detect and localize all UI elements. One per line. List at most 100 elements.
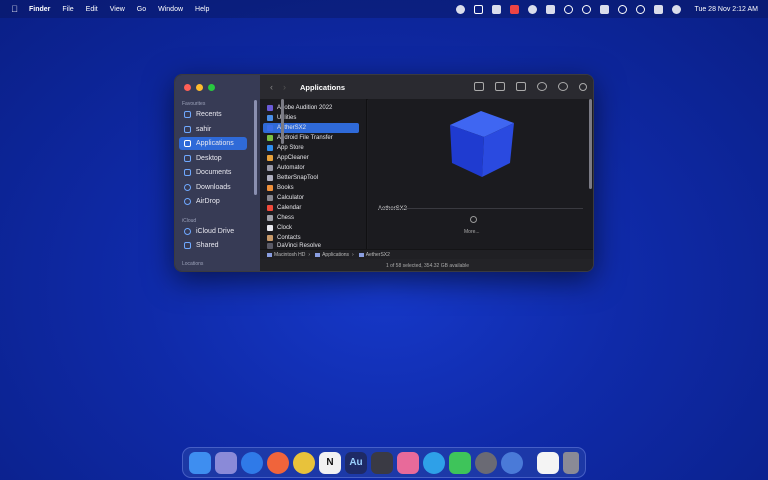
- davinci-resolve-icon[interactable]: [371, 451, 393, 474]
- tag-icon[interactable]: [537, 82, 547, 91]
- sidebar-section-icloud: iCloud: [182, 218, 197, 224]
- file-column-scrollbar[interactable]: [281, 99, 284, 144]
- search-icon[interactable]: [579, 82, 587, 91]
- disk-utility-icon[interactable]: [475, 451, 497, 474]
- timer-status-icon[interactable]: [564, 4, 574, 14]
- zoom-window-button[interactable]: [208, 84, 215, 91]
- app-icon: [267, 235, 273, 241]
- siri-icon[interactable]: [672, 4, 682, 14]
- sidebar-item-downloads[interactable]: Downloads: [179, 181, 247, 194]
- file-row[interactable]: Calendar: [263, 203, 359, 213]
- status-bar: 1 of 58 selected, 354.32 GB available: [260, 259, 593, 271]
- menu-file[interactable]: File: [62, 6, 73, 13]
- finder-icon[interactable]: [189, 451, 211, 474]
- safari-icon[interactable]: [241, 451, 263, 474]
- path-bar: Macintosh HD › Applications › AetherSX2: [260, 249, 593, 259]
- box-status-icon[interactable]: [474, 4, 484, 14]
- path-item[interactable]: Applications: [322, 252, 349, 258]
- menu-window[interactable]: Window: [158, 6, 183, 13]
- battery-icon[interactable]: [600, 4, 610, 14]
- app-status-icon[interactable]: [492, 4, 502, 14]
- menu-help[interactable]: Help: [195, 6, 209, 13]
- group-grid-icon[interactable]: [495, 82, 505, 91]
- toolbar-actions: [474, 82, 587, 91]
- chrome-icon[interactable]: [293, 451, 315, 474]
- photos-icon[interactable]: [397, 451, 419, 474]
- file-row[interactable]: Adobe Audition 2022: [263, 103, 359, 113]
- window-title: Applications: [300, 82, 346, 92]
- home-icon: [184, 126, 191, 133]
- spotlight-icon[interactable]: [636, 4, 646, 14]
- back-button[interactable]: ‹: [270, 82, 273, 92]
- preview-scrollbar[interactable]: [589, 99, 592, 189]
- menu-view[interactable]: View: [110, 6, 125, 13]
- sidebar-item-applications[interactable]: Applications: [179, 137, 247, 150]
- sidebar-item-shared[interactable]: Shared: [179, 239, 247, 252]
- notion-icon[interactable]: N: [319, 451, 341, 474]
- preview-more-button[interactable]: More...: [464, 229, 480, 235]
- menu-clock[interactable]: Tue 28 Nov 2:12 AM: [694, 6, 758, 13]
- trash-icon[interactable]: [563, 451, 579, 474]
- preview-divider: [378, 208, 583, 209]
- firefox-icon[interactable]: [267, 451, 289, 474]
- folder-icon: [315, 252, 321, 257]
- file-row[interactable]: Calculator: [263, 193, 359, 203]
- share-icon[interactable]: [516, 82, 526, 91]
- more-actions-icon[interactable]: [558, 82, 568, 91]
- file-row[interactable]: Android File Transfer: [263, 133, 359, 143]
- finder-sidebar: Favourites Recents sahir Applications De…: [175, 75, 260, 271]
- menu-edit[interactable]: Edit: [86, 6, 98, 13]
- file-row[interactable]: Books: [263, 183, 359, 193]
- document-icon[interactable]: [537, 451, 559, 474]
- alert-status-icon[interactable]: [510, 4, 520, 14]
- sync-status-icon[interactable]: [528, 4, 538, 14]
- path-item[interactable]: Macintosh HD: [274, 252, 305, 258]
- sidebar-item-home[interactable]: sahir: [179, 123, 247, 136]
- file-row-selected[interactable]: AetherSX2: [263, 123, 359, 133]
- folder-icon: [267, 115, 273, 121]
- sidebar-item-icloud-drive[interactable]: iCloud Drive: [179, 225, 247, 238]
- file-row[interactable]: Chess: [263, 213, 359, 223]
- sidebar-item-documents[interactable]: Documents: [179, 166, 247, 179]
- status-menus: Tue 28 Nov 2:12 AM: [456, 4, 758, 14]
- menu-go[interactable]: Go: [137, 6, 146, 13]
- clock-icon: [184, 111, 191, 118]
- app-icon: [267, 215, 273, 221]
- view-columns-icon[interactable]: [474, 82, 484, 91]
- minimize-window-button[interactable]: [196, 84, 203, 91]
- record-status-icon[interactable]: [456, 4, 466, 14]
- launchpad-icon[interactable]: [215, 451, 237, 474]
- more-icon[interactable]: [470, 216, 477, 223]
- control-center-icon[interactable]: [654, 4, 664, 14]
- path-item[interactable]: AetherSX2: [366, 252, 390, 258]
- file-row[interactable]: BetterSnapTool: [263, 173, 359, 183]
- apple-icon[interactable]: : [10, 4, 19, 14]
- menu-app-finder[interactable]: Finder: [29, 6, 50, 13]
- focus-status-icon[interactable]: [582, 4, 592, 14]
- audition-icon[interactable]: Au: [345, 451, 367, 474]
- sidebar-item-airdrop[interactable]: AirDrop: [179, 195, 247, 208]
- facetime-icon[interactable]: [449, 451, 471, 474]
- file-row[interactable]: Utilities: [263, 113, 359, 123]
- file-row[interactable]: DaVinci Resolve: [263, 242, 359, 249]
- sidebar-item-recents[interactable]: Recents: [179, 108, 247, 121]
- cloud-icon: [184, 228, 191, 235]
- file-row[interactable]: App Store: [263, 143, 359, 153]
- close-window-button[interactable]: [184, 84, 191, 91]
- file-row[interactable]: Automator: [263, 163, 359, 173]
- keyboard-status-icon[interactable]: [546, 4, 556, 14]
- preview-icon[interactable]: [501, 451, 523, 474]
- menu-bar:  Finder File Edit View Go Window Help T…: [0, 0, 768, 18]
- chevron-right-icon: ›: [352, 251, 354, 258]
- app-icon: [267, 105, 273, 111]
- telegram-icon[interactable]: [423, 451, 445, 474]
- applications-icon: [184, 140, 191, 147]
- sidebar-scrollbar[interactable]: [254, 100, 257, 195]
- file-row[interactable]: Clock: [263, 223, 359, 233]
- app-icon: [267, 155, 273, 161]
- forward-button[interactable]: ›: [283, 82, 286, 92]
- sidebar-item-desktop[interactable]: Desktop: [179, 152, 247, 165]
- file-row[interactable]: AppCleaner: [263, 153, 359, 163]
- wifi-icon[interactable]: [618, 4, 628, 14]
- chevron-right-icon: ›: [308, 251, 311, 258]
